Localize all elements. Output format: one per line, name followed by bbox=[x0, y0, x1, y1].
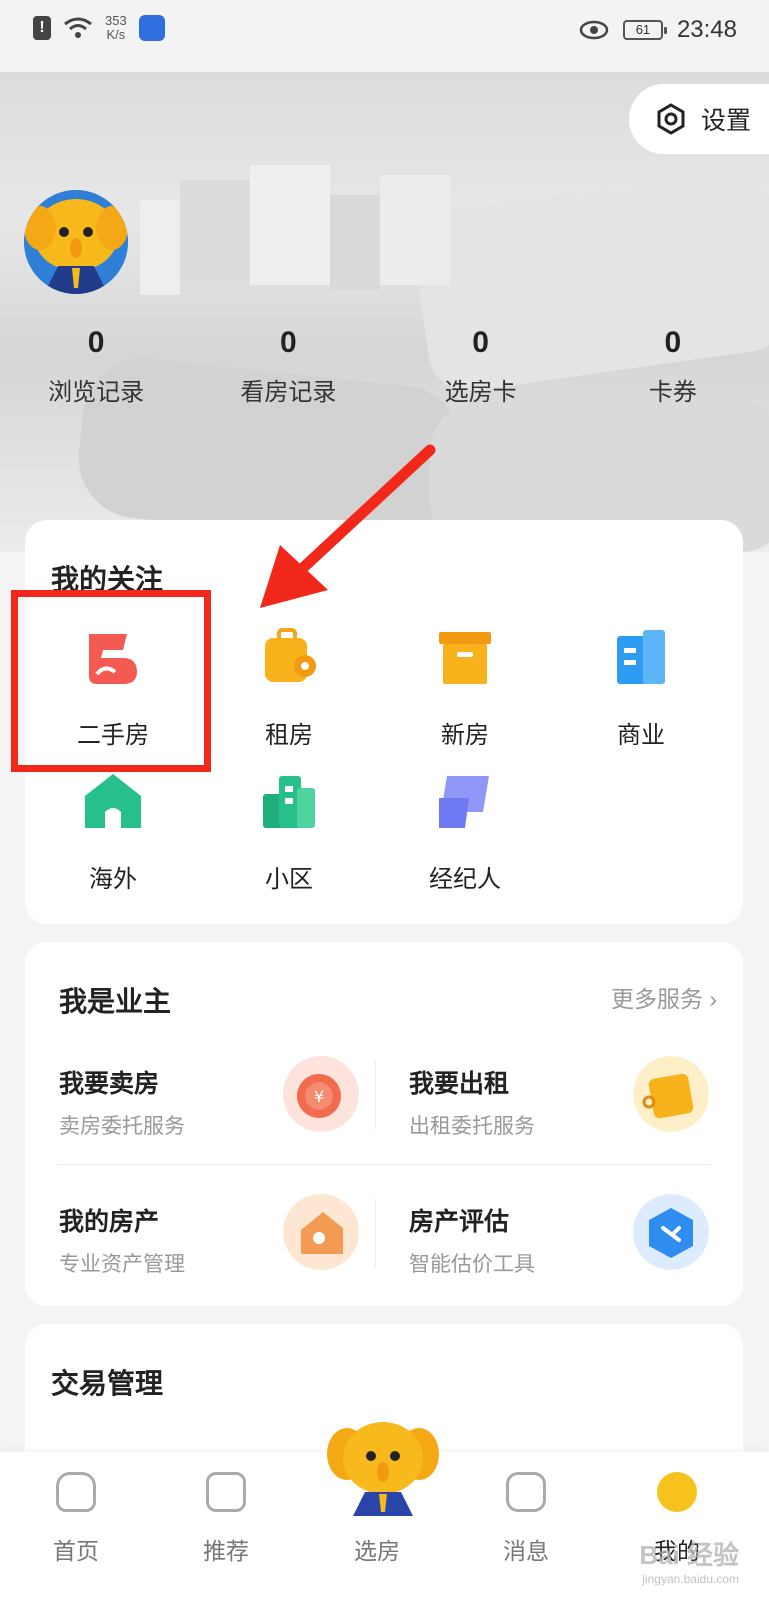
stat-label: 选房卡 bbox=[444, 379, 517, 406]
follow-item-label: 小区 bbox=[265, 866, 313, 893]
divider bbox=[57, 1164, 711, 1165]
follow-item-label: 新房 bbox=[441, 722, 489, 749]
stats-row: 0 浏览记录 0 看房记录 0 选房卡 0 卡券 bbox=[0, 326, 769, 407]
avatar[interactable] bbox=[24, 190, 128, 294]
stat-browse-history[interactable]: 0 浏览记录 bbox=[0, 326, 192, 407]
owner-card: 我是业主 更多服务 › 我要卖房 卖房委托服务 ¥ 我要出租 出租委托服务 我的… bbox=[25, 942, 743, 1306]
stat-value: 0 bbox=[280, 326, 297, 359]
service-rent-out[interactable]: 我要出租 出租委托服务 bbox=[409, 1056, 709, 1174]
service-subtitle: 专业资产管理 bbox=[59, 1253, 185, 1276]
community-icon bbox=[263, 776, 315, 828]
owner-title: 我是业主 bbox=[59, 986, 172, 1017]
stat-coupons[interactable]: 0 卡券 bbox=[577, 326, 769, 407]
annotation-highlight-box bbox=[11, 590, 211, 772]
follow-item-label: 租房 bbox=[265, 722, 313, 749]
service-evaluation[interactable]: 房产评估 智能估价工具 bbox=[409, 1194, 709, 1312]
clock: 23:48 bbox=[676, 16, 737, 43]
trade-title: 交易管理 bbox=[51, 1368, 164, 1399]
stat-value: 0 bbox=[664, 326, 682, 359]
service-subtitle: 卖房委托服务 bbox=[59, 1115, 185, 1138]
follow-item-label: 海外 bbox=[89, 866, 137, 893]
service-title: 我要卖房 bbox=[59, 1070, 160, 1098]
nav-home[interactable]: 首页 bbox=[26, 1472, 126, 1566]
settings-button[interactable]: 设置 bbox=[629, 84, 769, 154]
nav-recommend[interactable]: 推荐 bbox=[176, 1472, 276, 1566]
nav-messages[interactable]: 消息 bbox=[476, 1472, 576, 1566]
wifi-icon bbox=[64, 17, 92, 38]
overseas-house-icon bbox=[85, 774, 141, 828]
follow-item-community[interactable]: 小区 bbox=[201, 772, 377, 894]
key-box-icon bbox=[633, 1056, 709, 1132]
watermark: Bai 经验 jingyan.baidu.com bbox=[639, 1535, 739, 1586]
battery-indicator: 61 bbox=[622, 20, 667, 40]
more-services-label: 更多服务 bbox=[610, 986, 703, 1012]
nav-label: 选房 bbox=[354, 1538, 400, 1564]
follow-item-label: 商业 bbox=[617, 722, 665, 749]
follow-item-commercial[interactable]: 商业 bbox=[553, 628, 729, 750]
luggage-icon bbox=[265, 628, 316, 682]
annotation-arrow-icon bbox=[260, 444, 436, 608]
office-building-icon bbox=[617, 630, 665, 684]
stat-label: 浏览记录 bbox=[48, 379, 145, 406]
service-sell-house[interactable]: 我要卖房 卖房委托服务 ¥ bbox=[59, 1056, 359, 1174]
stat-viewing-history[interactable]: 0 看房记录 bbox=[192, 326, 384, 407]
nav-label: 首页 bbox=[53, 1538, 99, 1564]
follow-item-overseas[interactable]: 海外 bbox=[25, 772, 201, 894]
username-redacted bbox=[140, 165, 450, 300]
mascot-icon[interactable] bbox=[325, 1416, 441, 1516]
service-my-property[interactable]: 我的房产 专业资产管理 bbox=[59, 1194, 359, 1312]
agent-icon bbox=[439, 776, 489, 828]
mascot-avatar-icon bbox=[24, 190, 128, 294]
eye-icon bbox=[579, 20, 609, 40]
coin-icon: ¥ bbox=[283, 1056, 359, 1132]
settings-label: 设置 bbox=[701, 107, 752, 135]
alert-icon: ! bbox=[33, 16, 51, 40]
notification-app-icon bbox=[138, 15, 165, 41]
follow-item-agent[interactable]: 经纪人 bbox=[377, 772, 553, 894]
stat-value: 0 bbox=[87, 326, 105, 359]
stat-value: 0 bbox=[472, 326, 489, 359]
divider bbox=[375, 1060, 376, 1130]
follow-item-newhouse[interactable]: 新房 bbox=[377, 628, 553, 750]
trend-icon bbox=[206, 1472, 246, 1512]
house-icon bbox=[283, 1194, 359, 1270]
watermark-text: Bai 经验 bbox=[639, 1540, 739, 1570]
divider bbox=[375, 1198, 376, 1268]
more-services-link[interactable]: 更多服务 › bbox=[611, 980, 717, 1014]
chevron-right-icon: › bbox=[709, 986, 717, 1012]
message-icon bbox=[506, 1472, 546, 1512]
stat-label: 卡券 bbox=[648, 379, 697, 406]
stat-house-card[interactable]: 0 选房卡 bbox=[385, 326, 577, 407]
nav-label: 推荐 bbox=[203, 1538, 249, 1564]
settings-icon bbox=[657, 103, 685, 135]
status-bar: ! 353 K/s 61 23:48 bbox=[0, 0, 769, 72]
nav-label: 消息 bbox=[503, 1538, 549, 1564]
follow-item-label: 经纪人 bbox=[429, 866, 501, 893]
service-title: 我的房产 bbox=[59, 1208, 160, 1236]
profile-icon bbox=[657, 1472, 697, 1512]
service-subtitle: 智能估价工具 bbox=[409, 1253, 535, 1276]
service-title: 我要出租 bbox=[409, 1070, 510, 1098]
service-title: 房产评估 bbox=[409, 1208, 510, 1236]
home-icon bbox=[56, 1472, 96, 1512]
network-speed: 353 K/s bbox=[105, 13, 127, 42]
service-subtitle: 出租委托服务 bbox=[409, 1115, 535, 1138]
watermark-subtext: jingyan.baidu.com bbox=[642, 1572, 739, 1586]
follow-item-rent[interactable]: 租房 bbox=[201, 628, 377, 750]
stat-label: 看房记录 bbox=[240, 379, 337, 406]
svg-text:¥: ¥ bbox=[314, 1087, 324, 1106]
evaluation-icon bbox=[633, 1194, 709, 1270]
box-icon bbox=[439, 632, 491, 684]
